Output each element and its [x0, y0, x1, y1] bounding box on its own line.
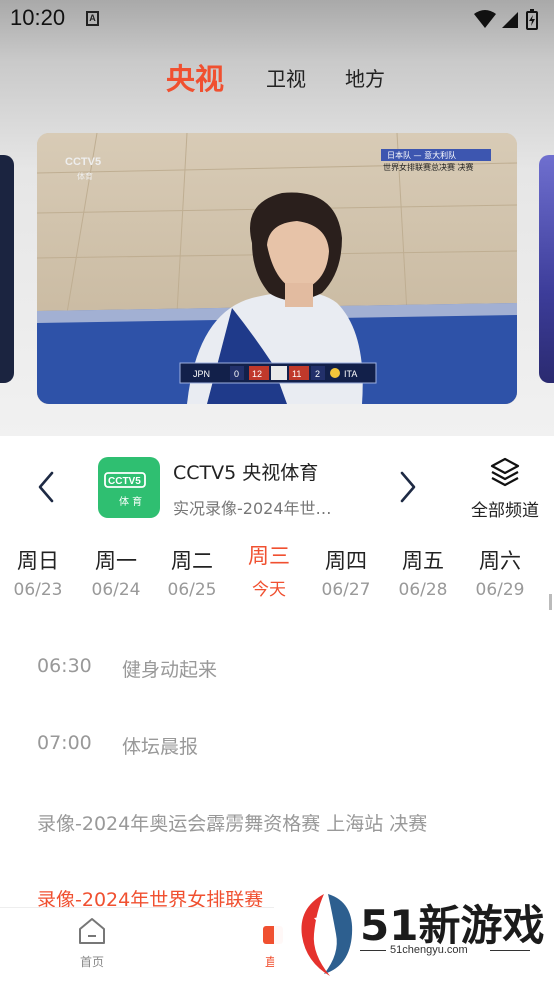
watermark-rule — [360, 950, 386, 951]
day-date: 06/29 — [475, 580, 525, 600]
day-sat[interactable]: 周六 06/29 — [468, 546, 532, 600]
watermark-logo-icon — [301, 894, 353, 976]
channel-logo-sub: 体 育 — [119, 495, 142, 508]
notification-app-icon: A — [86, 11, 99, 26]
channel-logo-text: CCTV5 — [108, 476, 141, 487]
score-sets-b: 2 — [315, 369, 320, 379]
day-name: 周六 — [479, 549, 521, 573]
program-schedule: 06:30 健身动起来 07:00 体坛晨报 录像-2024年奥运会霹雳舞资格赛… — [0, 640, 554, 910]
day-date: 今天 — [252, 580, 286, 600]
broadcast-logo-sub: 体育 — [77, 171, 93, 181]
day-name: 周五 — [402, 549, 444, 573]
match-teams-caption: 日本队 — 意大利队 — [387, 150, 456, 160]
home-icon — [79, 918, 105, 944]
score-points-b: 11 — [292, 369, 301, 379]
signal-icon — [502, 12, 518, 28]
day-date: 06/24 — [91, 580, 141, 600]
day-fri[interactable]: 周五 06/28 — [391, 546, 455, 600]
broadcast-logo: CCTV5 — [65, 156, 101, 168]
status-bar: 10:20 A — [0, 0, 554, 38]
day-mon[interactable]: 周一 06/24 — [84, 546, 148, 600]
day-date: 06/27 — [321, 580, 371, 600]
program-title: 录像-2024年奥运会霹雳舞资格赛 上海站 决赛 — [37, 813, 428, 835]
channel-info-row: CCTV5 体 育 CCTV5 央视体育 实况录像-2024年世… 全部频道 — [0, 436, 554, 536]
match-event-caption: 世界女排联赛总决赛 决赛 — [383, 162, 474, 172]
previous-channel-icon[interactable] — [36, 470, 56, 504]
tab-satellite[interactable]: 卫视 — [266, 63, 306, 92]
program-time: 06:30 — [37, 655, 92, 677]
carousel-prev-card[interactable] — [0, 155, 14, 383]
day-date: 06/23 — [13, 580, 63, 600]
program-title: 健身动起来 — [122, 659, 218, 681]
battery-icon — [526, 9, 538, 30]
day-selector: 周日 06/23 周一 06/24 周二 06/25 周三 今天 周四 06/2… — [0, 544, 554, 626]
tab-cctv[interactable]: 央视 — [166, 56, 224, 98]
watermark-url: 51chengyu.com — [390, 944, 468, 956]
site-watermark: 51新游戏 51chengyu.com — [274, 884, 554, 984]
watermark-rule — [490, 950, 530, 951]
score-team-b: ITA — [344, 369, 357, 379]
nav-home-label: 首页 — [79, 955, 104, 969]
day-next-peek — [549, 594, 552, 610]
now-playing-title: 实况录像-2024年世… — [173, 499, 332, 518]
day-thu[interactable]: 周四 06/27 — [314, 546, 378, 600]
day-name: 周二 — [171, 549, 213, 573]
live-video-frame: CCTV5 体育 日本队 — 意大利队 世界女排联赛总决赛 决赛 JPN 0 1… — [37, 133, 517, 404]
channel-category-tabs: 央视 卫视 地方 — [0, 52, 554, 102]
score-points-a: 12 — [252, 369, 262, 379]
channel-logo[interactable]: CCTV5 体 育 — [98, 457, 160, 518]
program-time: 07:00 — [37, 732, 92, 754]
nav-home[interactable]: 首页 — [62, 916, 122, 970]
day-name: 周四 — [325, 549, 367, 573]
day-date: 06/28 — [398, 580, 448, 600]
all-channels-label: 全部频道 — [471, 501, 539, 521]
day-tue[interactable]: 周二 06/25 — [160, 546, 224, 600]
scoreboard: JPN 0 12 11 2 ITA — [179, 362, 377, 384]
system-status-icons — [474, 9, 538, 30]
day-name: 周三 — [248, 544, 290, 568]
layers-icon — [490, 457, 520, 487]
carousel-next-card[interactable] — [539, 155, 554, 383]
wifi-icon — [474, 10, 496, 28]
score-sets-a: 0 — [234, 369, 239, 379]
day-date: 06/25 — [167, 580, 217, 600]
channel-name: CCTV5 央视体育 — [173, 462, 319, 484]
score-team-a: JPN — [193, 369, 210, 379]
all-channels-button[interactable]: 全部频道 — [466, 456, 544, 522]
next-channel-icon[interactable] — [398, 470, 418, 504]
day-name: 周一 — [95, 549, 137, 573]
tab-local[interactable]: 地方 — [345, 63, 385, 92]
day-wed-today[interactable]: 周三 今天 — [237, 541, 301, 600]
status-time: 10:20 — [10, 5, 66, 30]
live-preview-card[interactable]: CCTV5 体育 日本队 — 意大利队 世界女排联赛总决赛 决赛 JPN 0 1… — [37, 133, 517, 404]
day-name: 周日 — [17, 549, 59, 573]
program-title: 体坛晨报 — [122, 736, 199, 758]
day-sun[interactable]: 周日 06/23 — [6, 546, 70, 600]
